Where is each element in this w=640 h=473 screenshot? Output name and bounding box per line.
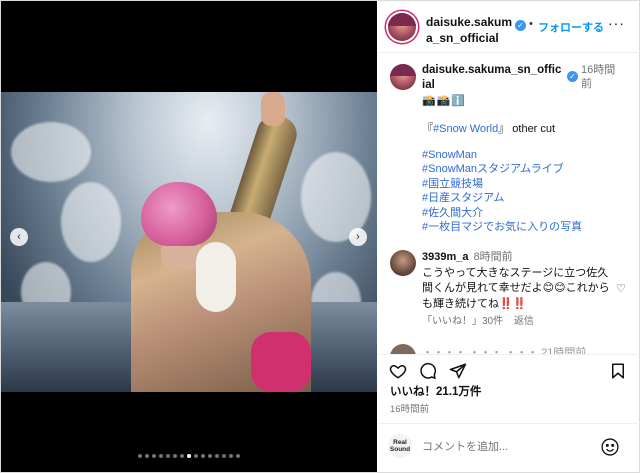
hashtag-link[interactable]: #日産スタジアム: [422, 191, 582, 205]
comment-reply-button[interactable]: 返信: [514, 316, 534, 327]
carousel-dot: [194, 454, 198, 458]
more-options-icon[interactable]: ···: [608, 15, 625, 31]
comment-icon[interactable]: [418, 361, 438, 381]
instagram-post-modal: ‹ › daisuke.sakuma_sn_official ✓ • フォローす…: [0, 0, 640, 473]
carousel-dot: [166, 454, 170, 458]
caption-emoji-line: 📸📸ℹ️: [422, 95, 467, 107]
author-username[interactable]: daisuke.sakuma_sn_official: [426, 14, 516, 46]
commenter-username[interactable]: 3939m_a: [422, 251, 469, 263]
caption-time: 16時間前: [581, 64, 616, 90]
post-header: daisuke.sakuma_sn_official ✓ • フォローする ··…: [378, 1, 640, 53]
emoji-picker-icon[interactable]: [600, 437, 620, 457]
carousel-dot: [187, 454, 191, 458]
carousel-dot: [173, 454, 177, 458]
comment-body: 3939m_a 8時間前 こうやって大きなステージに立つ佐久間くんが見れて幸せだ…: [422, 250, 614, 312]
share-icon[interactable]: [448, 361, 468, 381]
next-comment-preview: ・・・・ ・・・ ・・・ 21時間前: [422, 347, 587, 354]
hashtag-link[interactable]: #SnowMan: [422, 148, 582, 162]
caption-title-prefix: 『: [422, 123, 433, 135]
caption-username[interactable]: daisuke.sakuma_sn_official: [422, 63, 562, 93]
caption-title: 『#Snow World』 other cut: [422, 120, 555, 136]
heart-icon[interactable]: [388, 361, 408, 381]
carousel-dot: [208, 454, 212, 458]
carousel-dot: [138, 454, 142, 458]
carousel-dot: [152, 454, 156, 458]
action-bar: [378, 354, 640, 382]
verified-icon: ✓: [567, 71, 578, 82]
post-timestamp: 16時間前: [390, 404, 430, 415]
post-photo[interactable]: [1, 92, 377, 392]
chevron-right-icon: ›: [356, 230, 360, 243]
header-separator: •: [529, 18, 533, 30]
commenter-avatar[interactable]: [390, 344, 416, 354]
comment-like-icon[interactable]: ♡: [616, 282, 626, 295]
hashtag-link[interactable]: #国立競技場: [422, 177, 582, 191]
caption-hashtags: #SnowMan #SnowManスタジアムライブ #国立競技場 #日産スタジア…: [422, 148, 582, 234]
chevron-left-icon: ‹: [17, 230, 21, 243]
verified-icon: ✓: [515, 20, 526, 31]
realsound-logo: Real Sound: [388, 434, 412, 458]
comment-exclaim: ‼️‼️: [499, 297, 527, 310]
carousel-indicator: [1, 454, 377, 458]
caption-avatar[interactable]: [390, 64, 416, 90]
comments-area[interactable]: daisuke.sakuma_sn_official ✓ 16時間前 📸📸ℹ️ …: [378, 54, 640, 354]
hashtag-link[interactable]: #佐久間大介: [422, 206, 582, 220]
comment-time: 8時間前: [473, 251, 513, 263]
caption-title-suffix: 』 other cut: [498, 123, 556, 135]
add-comment-row: Real Sound: [378, 423, 640, 472]
next-image-button[interactable]: ›: [349, 228, 367, 246]
comment-like-count[interactable]: 「いいね！」30件: [422, 316, 503, 327]
caption-title-hashtag[interactable]: #Snow World: [433, 123, 498, 135]
post-media: ‹ ›: [1, 1, 377, 472]
comment-meta: 「いいね！」30件 返信: [422, 312, 542, 327]
commenter-avatar[interactable]: [390, 250, 416, 276]
carousel-dot: [159, 454, 163, 458]
like-count[interactable]: いいね！21.1万件: [390, 383, 481, 399]
post-side-panel: daisuke.sakuma_sn_official ✓ • フォローする ··…: [378, 1, 640, 472]
author-avatar[interactable]: [388, 13, 416, 41]
bookmark-icon[interactable]: [608, 361, 628, 381]
previous-image-button[interactable]: ‹: [10, 228, 28, 246]
hashtag-link[interactable]: #一枚目マジでお気に入りの写真: [422, 220, 582, 234]
follow-button[interactable]: フォローする: [538, 19, 604, 35]
carousel-dot: [222, 454, 226, 458]
carousel-dot: [236, 454, 240, 458]
hashtag-link[interactable]: #SnowManスタジアムライブ: [422, 162, 582, 176]
carousel-dot: [180, 454, 184, 458]
carousel-dot: [145, 454, 149, 458]
carousel-dot: [215, 454, 219, 458]
carousel-dot: [229, 454, 233, 458]
carousel-dot: [201, 454, 205, 458]
comment-input[interactable]: [422, 441, 582, 453]
